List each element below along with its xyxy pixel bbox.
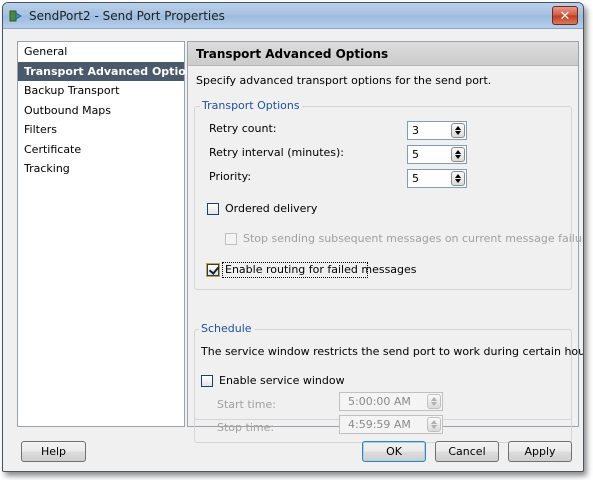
send-port-icon xyxy=(9,10,22,22)
enable-service-window-label[interactable]: Enable service window xyxy=(219,374,345,387)
start-time-picker[interactable]: 5:00:00 AM xyxy=(339,392,443,411)
sidebar-item-backup-transport[interactable]: Backup Transport xyxy=(18,81,184,101)
stop-time-spin-arrows[interactable] xyxy=(427,417,441,432)
start-time-spin-arrows[interactable] xyxy=(427,394,441,409)
schedule-description: The service window restricts the send po… xyxy=(201,345,583,358)
sidebar-item-certificate[interactable]: Certificate xyxy=(18,140,184,160)
sidebar-item-general[interactable]: General xyxy=(18,42,184,62)
schedule-content: The service window restricts the send po… xyxy=(187,41,583,434)
cancel-button[interactable]: Cancel xyxy=(435,441,499,462)
start-time-label: Start time: xyxy=(217,398,276,411)
stop-time-picker[interactable]: 4:59:59 AM xyxy=(339,415,443,434)
dialog-window: SendPort2 - Send Port Properties ✕ Gener… xyxy=(2,2,584,472)
sidebar-item-transport-advanced-options[interactable]: Transport Advanced Options xyxy=(18,61,200,81)
enable-service-window-checkbox[interactable] xyxy=(201,375,213,387)
title-bar[interactable]: SendPort2 - Send Port Properties ✕ xyxy=(3,3,583,29)
close-button[interactable]: ✕ xyxy=(552,6,578,25)
ok-button[interactable]: OK xyxy=(362,441,426,462)
window-title: SendPort2 - Send Port Properties xyxy=(29,9,225,23)
apply-button[interactable]: Apply xyxy=(508,441,572,462)
sidebar-nav: General Transport Advanced Options Backu… xyxy=(17,41,200,427)
sidebar-item-tracking[interactable]: Tracking xyxy=(18,159,184,179)
stop-time-value: 4:59:59 AM xyxy=(348,418,411,431)
help-button[interactable]: Help xyxy=(21,441,86,462)
sidebar-item-filters[interactable]: Filters xyxy=(18,120,184,140)
stop-time-label: Stop time: xyxy=(217,421,275,434)
start-time-value: 5:00:00 AM xyxy=(348,395,411,408)
sidebar-item-outbound-maps[interactable]: Outbound Maps xyxy=(18,101,184,121)
dialog-body: General Transport Advanced Options Backu… xyxy=(9,33,583,465)
